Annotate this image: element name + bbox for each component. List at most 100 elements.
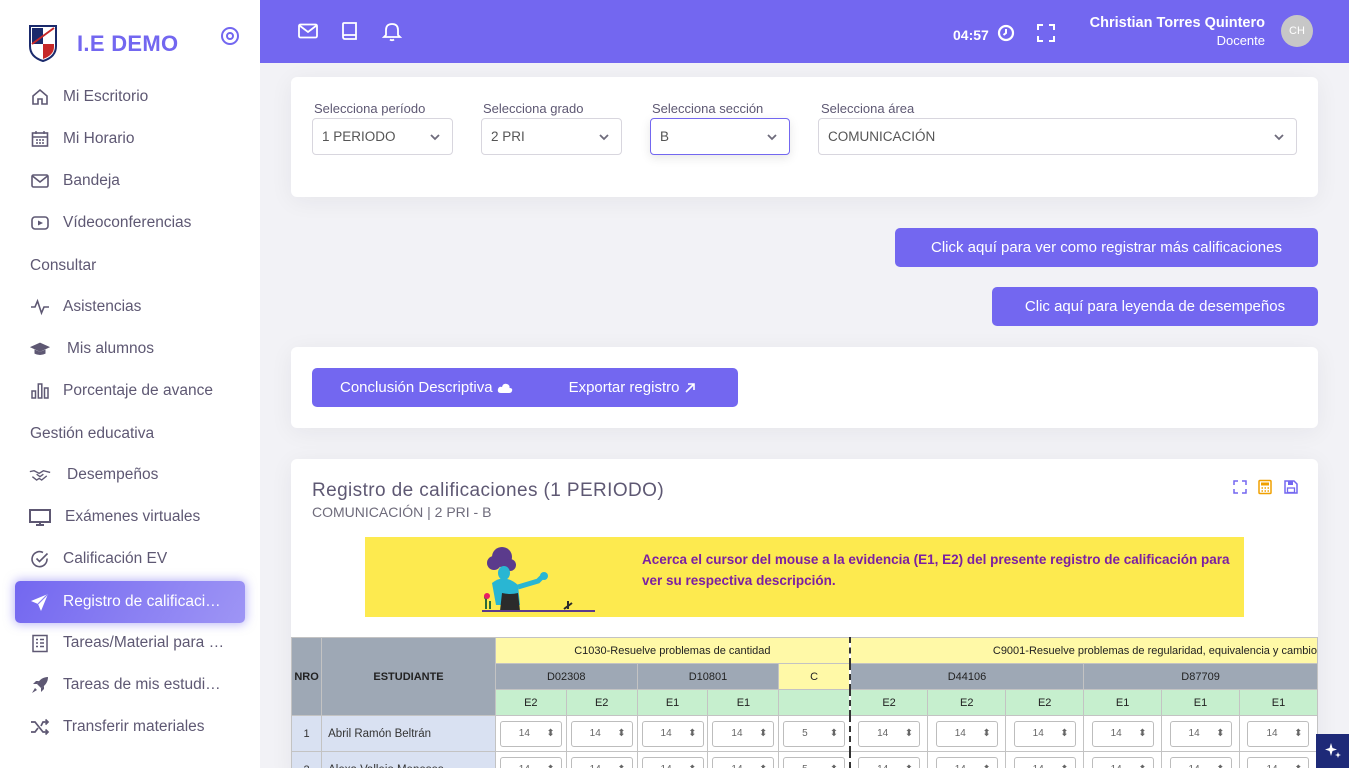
desempeno-header[interactable]: D87709 xyxy=(1083,663,1318,690)
grade-select[interactable]: 14 ⬍ xyxy=(1013,756,1076,768)
sidebar-item-tareas-material[interactable]: Tareas/Material para alumnos xyxy=(15,622,245,664)
sidebar-item-bandeja[interactable]: Bandeja xyxy=(15,160,245,202)
sidebar-item-porcentaje[interactable]: Porcentaje de avance xyxy=(15,370,245,412)
mail-icon[interactable] xyxy=(297,20,319,42)
grade-select[interactable]: 14 ⬍ xyxy=(858,756,921,768)
sidebar-item-horario[interactable]: Mi Horario xyxy=(15,118,245,160)
grade-select[interactable]: 5⬍ xyxy=(783,756,846,768)
sidebar-toggle-icon[interactable] xyxy=(220,26,240,46)
grade-select[interactable]: 14 ⬍ xyxy=(1091,720,1154,747)
row-number: 2 xyxy=(291,751,323,768)
brand: I.E DEMO xyxy=(0,0,260,80)
evidence-header[interactable]: E2 xyxy=(494,689,567,716)
evidence-header[interactable]: E1 xyxy=(1161,689,1240,716)
topbar: 04:57 Christian Torres Quintero Docente … xyxy=(260,0,1349,63)
chevron-down-icon xyxy=(430,134,440,141)
sidebar-item-desempenos[interactable]: Desempeños xyxy=(15,454,245,496)
save-icon[interactable] xyxy=(1283,479,1299,495)
grade-value: 14 xyxy=(731,728,743,739)
grade-select[interactable]: 14 ⬍ xyxy=(935,756,998,768)
evidence-header[interactable]: E1 xyxy=(1083,689,1163,716)
sparkle-icon xyxy=(1324,743,1341,758)
refresh-clock-icon[interactable] xyxy=(997,24,1015,42)
session-timer: 04:57 xyxy=(953,27,989,43)
sort-icon: ⬍ xyxy=(1216,728,1225,739)
grade-select[interactable]: 14 ⬍ xyxy=(712,756,775,768)
expand-icon[interactable] xyxy=(1232,479,1248,495)
chevron-down-icon xyxy=(1274,134,1284,141)
register-title: Registro de calificaciones (1 PERIODO) xyxy=(312,480,665,501)
grade-select[interactable]: 14 ⬍ xyxy=(641,720,704,747)
sidebar-item-registro[interactable]: Registro de calificaciones xyxy=(15,581,245,623)
grade-select[interactable]: 14 ⬍ xyxy=(858,720,921,747)
student-name: Abril Ramón Beltrán xyxy=(321,715,496,752)
grade-select[interactable]: 5⬍ xyxy=(783,720,846,747)
sparkle-assistant-button[interactable] xyxy=(1316,734,1349,768)
grado-select[interactable]: 2 PRI xyxy=(481,118,622,155)
export-button[interactable]: Exportar registro xyxy=(569,368,697,407)
check-circle-icon xyxy=(29,548,51,570)
desempeno-header[interactable]: D44106 xyxy=(848,663,1085,690)
evidence-header[interactable]: E2 xyxy=(565,689,638,716)
competency-header: C1030-Resuelve problemas de cantidad xyxy=(494,637,851,664)
periodo-select[interactable]: 1 PERIODO xyxy=(312,118,453,155)
conclusion-button[interactable]: Conclusión Descriptiva xyxy=(340,368,513,407)
grade-select[interactable]: 14 ⬍ xyxy=(499,720,562,747)
sidebar-header-consultar: Consultar xyxy=(30,257,97,274)
sidebar-item-transferir[interactable]: Transferir materiales xyxy=(15,706,245,748)
calculator-icon[interactable] xyxy=(1257,479,1273,495)
fullscreen-icon[interactable] xyxy=(1036,23,1056,43)
sort-icon: ⬍ xyxy=(617,728,626,739)
sidebar-item-tareas-estudiantes[interactable]: Tareas de mis estudiantes xyxy=(15,664,245,706)
evidence-header[interactable]: E1 xyxy=(1238,689,1318,716)
grade-select[interactable]: 14 ⬍ xyxy=(499,756,562,768)
sidebar-item-examenes[interactable]: Exámenes virtuales xyxy=(15,496,245,538)
grado-value: 2 PRI xyxy=(491,129,525,144)
seccion-select[interactable]: B xyxy=(650,118,790,155)
user-role: Docente xyxy=(1216,33,1265,48)
grade-select[interactable]: 14 ⬍ xyxy=(570,720,633,747)
desempeno-header[interactable]: D10801 xyxy=(636,663,780,690)
desempeno-header[interactable]: D02308 xyxy=(494,663,638,690)
grade-value: 14 xyxy=(589,728,601,739)
grade-select[interactable]: 14 ⬍ xyxy=(570,756,633,768)
grade-value: 14 xyxy=(1033,764,1044,768)
grade-select[interactable]: 14 ⬍ xyxy=(1247,720,1310,747)
avatar[interactable]: CH xyxy=(1281,15,1313,47)
sidebar-item-label: Tareas/Material para alumnos xyxy=(63,634,228,651)
grade-select[interactable]: 14 ⬍ xyxy=(1169,756,1232,768)
grade-select[interactable]: 14 ⬍ xyxy=(1169,720,1232,747)
sidebar-item-alumnos[interactable]: Mis alumnos xyxy=(15,328,245,370)
sort-icon: ⬍ xyxy=(905,764,913,768)
bell-icon[interactable] xyxy=(381,20,403,42)
evidence-header[interactable]: E2 xyxy=(848,689,929,716)
area-select[interactable]: COMUNICACIÓN xyxy=(818,118,1297,155)
evidence-header[interactable]: E2 xyxy=(927,689,1007,716)
evidence-header[interactable]: E2 xyxy=(1005,689,1085,716)
sidebar-item-asistencias[interactable]: Asistencias xyxy=(15,286,245,328)
sidebar-item-escritorio[interactable]: Mi Escritorio xyxy=(15,76,245,118)
grade-value: 14 xyxy=(1189,764,1200,768)
grade-select[interactable]: 14 ⬍ xyxy=(1013,720,1076,747)
grade-select[interactable]: 14 ⬍ xyxy=(712,720,775,747)
legend-button[interactable]: Clic aquí para leyenda de desempeños xyxy=(992,287,1318,326)
grade-select[interactable]: 14 ⬍ xyxy=(1247,756,1310,768)
clipboard-list-icon xyxy=(29,632,51,654)
help-register-button[interactable]: Click aquí para ver como registrar más c… xyxy=(895,228,1318,267)
grade-select[interactable]: 14 ⬍ xyxy=(1091,756,1154,768)
grade-select[interactable]: 14 ⬍ xyxy=(935,720,998,747)
book-icon[interactable] xyxy=(339,20,361,42)
user-name[interactable]: Christian Torres Quintero xyxy=(1090,15,1265,31)
grade-select[interactable]: 14 ⬍ xyxy=(641,756,704,768)
periodo-value: 1 PERIODO xyxy=(322,129,396,144)
evidence-header[interactable]: E1 xyxy=(707,689,780,716)
student-name: Alexa Vallejo Meneses xyxy=(321,751,496,768)
sidebar-item-calificacion-ev[interactable]: Calificación EV xyxy=(15,538,245,580)
evidence-header[interactable]: E1 xyxy=(636,689,709,716)
sidebar-item-videoconferencias[interactable]: Vídeoconferencias xyxy=(15,202,245,244)
send-icon xyxy=(29,591,51,613)
filters-card: Selecciona período 1 PERIODO Selecciona … xyxy=(291,77,1318,197)
sidebar-item-label: Porcentaje de avance xyxy=(63,382,213,399)
grade-value: 14 xyxy=(954,728,966,739)
sidebar-item-label: Vídeoconferencias xyxy=(63,214,192,231)
